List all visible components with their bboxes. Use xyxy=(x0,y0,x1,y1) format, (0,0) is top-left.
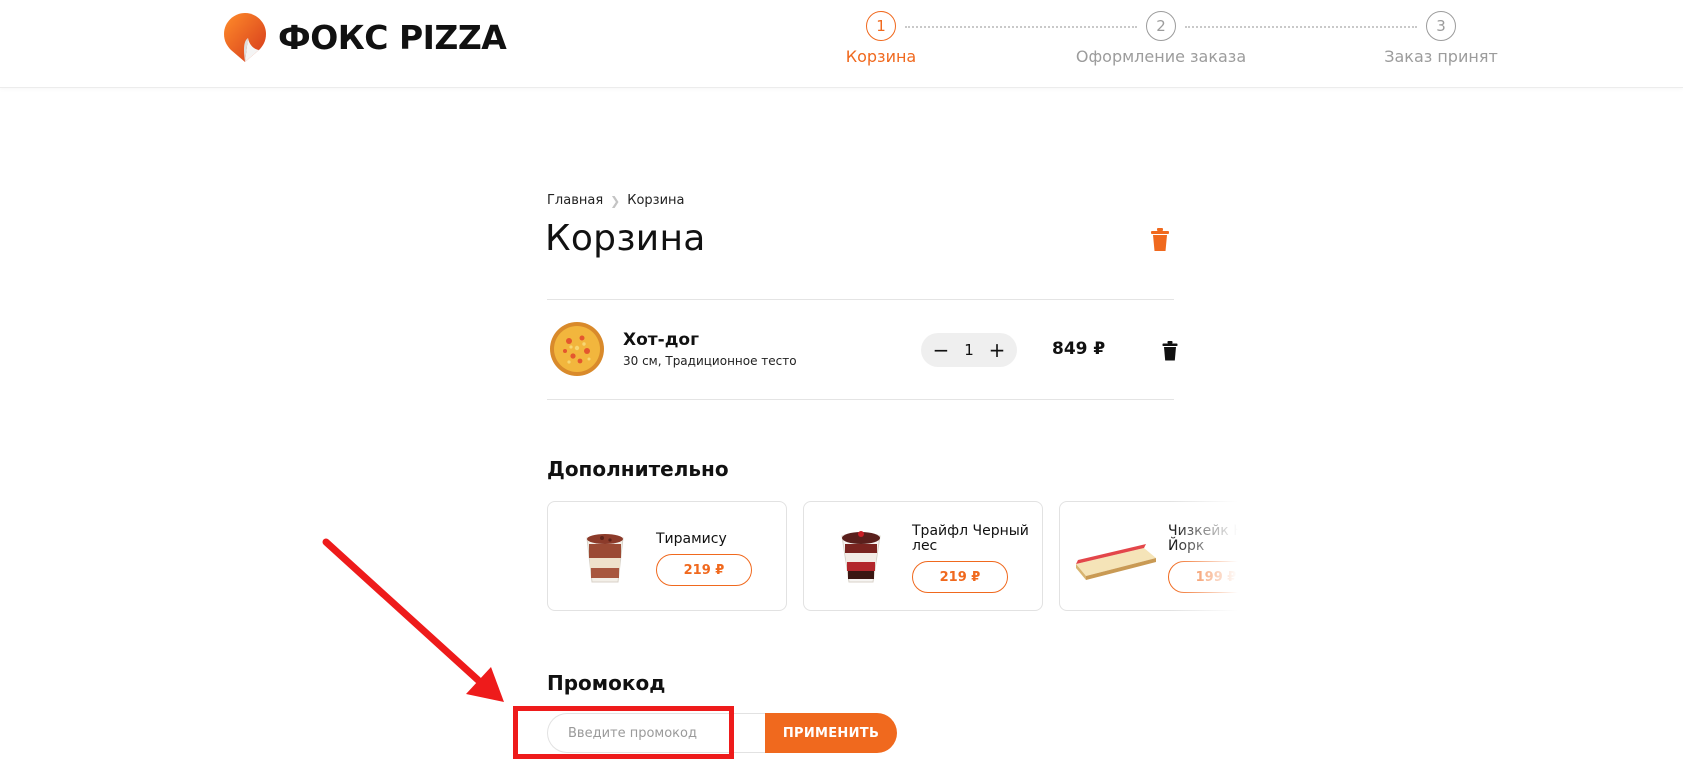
page-title: Корзина xyxy=(545,218,706,259)
extra-price-button[interactable]: 219 ₽ xyxy=(912,561,1008,593)
promo-code-input[interactable] xyxy=(547,713,767,753)
logo-link[interactable]: ФОКС PIZZA xyxy=(222,11,507,63)
trifle-image xyxy=(841,531,881,583)
extra-price-button[interactable]: 219 ₽ xyxy=(656,554,752,586)
step-number: 3 xyxy=(1426,11,1456,41)
cart-item: Хот-дог 30 см, Традиционное тесто − 1 + … xyxy=(547,318,1178,380)
minus-icon[interactable]: − xyxy=(931,340,951,360)
delete-item-trash-icon[interactable] xyxy=(1162,341,1178,361)
checkout-steps: 1 Корзина 2 Оформление заказа 3 Заказ пр… xyxy=(846,11,1508,71)
extra-card[interactable]: Чизкейк Нью-Йорк 199 ₽ xyxy=(1059,501,1249,611)
step-number: 1 xyxy=(866,11,896,41)
divider xyxy=(547,399,1174,400)
logo-text: ФОКС PIZZA xyxy=(278,17,507,57)
extra-card[interactable]: Тирамису 219 ₽ xyxy=(547,501,787,611)
clear-cart-trash-icon[interactable] xyxy=(1150,228,1170,252)
divider xyxy=(547,299,1174,300)
quantity-stepper: − 1 + xyxy=(921,333,1017,367)
tiramisu-image xyxy=(586,534,624,583)
extra-name: Тирамису xyxy=(656,531,727,547)
step-label: Оформление заказа xyxy=(1075,47,1247,66)
breadcrumb-current: Корзина xyxy=(627,193,685,208)
promo-title: Промокод xyxy=(547,671,666,695)
item-name: Хот-дог xyxy=(623,330,699,350)
breadcrumb-home-link[interactable]: Главная xyxy=(547,193,603,208)
item-price: 849 ₽ xyxy=(1052,339,1106,359)
apply-promo-button[interactable]: ПРИМЕНИТЬ xyxy=(765,713,897,753)
site-header: ФОКС PIZZA 1 Корзина 2 Оформление заказа… xyxy=(0,0,1683,88)
step-number: 2 xyxy=(1146,11,1176,41)
fox-logo-icon xyxy=(224,13,266,62)
cheesecake-image xyxy=(1076,544,1156,580)
extras-carousel: Тирамису 219 ₽ Трайфл Черный лес 219 ₽ Ч… xyxy=(547,501,1249,613)
extras-title: Дополнительно xyxy=(547,457,729,481)
extra-name: Трайфл Черный лес xyxy=(912,523,1029,554)
chevron-right-icon: ❯ xyxy=(610,193,621,208)
step-cart[interactable]: 1 Корзина xyxy=(781,11,981,66)
pizza-image xyxy=(550,322,604,376)
extra-price-button[interactable]: 199 ₽ xyxy=(1168,561,1249,593)
breadcrumb: Главная ❯ Корзина xyxy=(547,193,684,208)
step-order-accepted: 3 Заказ принят xyxy=(1341,11,1541,66)
step-label: Корзина xyxy=(845,47,917,66)
step-checkout: 2 Оформление заказа xyxy=(1061,11,1261,66)
annotation-arrow xyxy=(322,538,504,702)
step-label: Заказ принят xyxy=(1384,47,1498,66)
item-description: 30 см, Традиционное тесто xyxy=(623,354,797,368)
extra-name: Чизкейк Нью-Йорк xyxy=(1168,523,1249,554)
plus-icon[interactable]: + xyxy=(987,340,1007,360)
extra-card[interactable]: Трайфл Черный лес 219 ₽ xyxy=(803,501,1043,611)
quantity-value: 1 xyxy=(964,341,974,359)
